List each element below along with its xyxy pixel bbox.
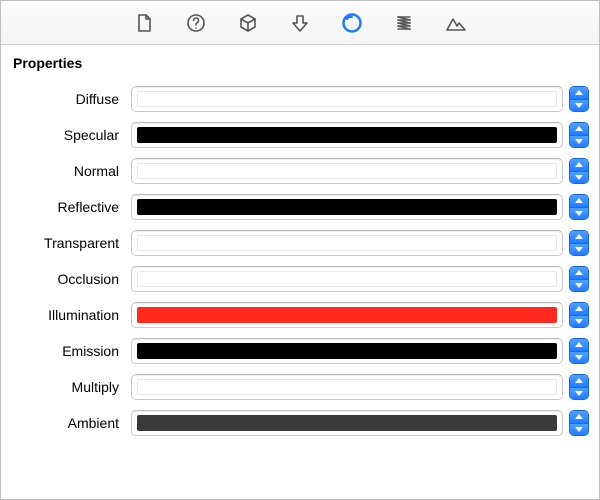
cube-icon[interactable] (237, 12, 259, 34)
stepper-down-icon[interactable] (570, 279, 588, 292)
value-stepper[interactable] (569, 230, 589, 256)
property-label: Multiply (11, 379, 131, 395)
inspector-panel: Properties Diffuse Specular Normal Reflecti… (0, 0, 600, 500)
property-label: Reflective (11, 199, 131, 215)
color-swatch (137, 235, 557, 251)
down-arrow-icon[interactable] (289, 12, 311, 34)
stepper-down-icon[interactable] (570, 387, 588, 400)
color-swatch (137, 91, 557, 107)
stepper-down-icon[interactable] (570, 243, 588, 256)
color-well[interactable] (131, 230, 563, 256)
stepper-down-icon[interactable] (570, 99, 588, 112)
stepper-up-icon[interactable] (570, 267, 588, 279)
mountains-icon[interactable] (445, 12, 467, 34)
color-well[interactable] (131, 302, 563, 328)
stepper-up-icon[interactable] (570, 303, 588, 315)
stepper-down-icon[interactable] (570, 207, 588, 220)
color-well[interactable] (131, 158, 563, 184)
color-well[interactable] (131, 266, 563, 292)
sphere-icon[interactable] (341, 12, 363, 34)
color-swatch (137, 379, 557, 395)
color-well[interactable] (131, 86, 563, 112)
property-label: Normal (11, 163, 131, 179)
stepper-up-icon[interactable] (570, 231, 588, 243)
property-row: Normal (11, 153, 589, 189)
stepper-up-icon[interactable] (570, 159, 588, 171)
value-stepper[interactable] (569, 374, 589, 400)
color-swatch (137, 199, 557, 215)
stepper-down-icon[interactable] (570, 135, 588, 148)
value-stepper[interactable] (569, 302, 589, 328)
property-row: Ambient (11, 405, 589, 441)
value-stepper[interactable] (569, 194, 589, 220)
color-well[interactable] (131, 338, 563, 364)
property-row: Diffuse (11, 81, 589, 117)
value-stepper[interactable] (569, 158, 589, 184)
color-swatch (137, 415, 557, 431)
property-row: Transparent (11, 225, 589, 261)
value-stepper[interactable] (569, 266, 589, 292)
property-row: Emission (11, 333, 589, 369)
document-icon[interactable] (133, 12, 155, 34)
stepper-down-icon[interactable] (570, 171, 588, 184)
stepper-up-icon[interactable] (570, 87, 588, 99)
color-well[interactable] (131, 194, 563, 220)
stepper-down-icon[interactable] (570, 423, 588, 436)
property-row: Illumination (11, 297, 589, 333)
property-row: Occlusion (11, 261, 589, 297)
property-label: Illumination (11, 307, 131, 323)
color-swatch (137, 127, 557, 143)
spring-icon[interactable] (393, 12, 415, 34)
property-row: Multiply (11, 369, 589, 405)
value-stepper[interactable] (569, 122, 589, 148)
property-label: Ambient (11, 415, 131, 431)
color-swatch (137, 343, 557, 359)
property-label: Specular (11, 127, 131, 143)
property-row: Specular (11, 117, 589, 153)
stepper-down-icon[interactable] (570, 315, 588, 328)
stepper-up-icon[interactable] (570, 339, 588, 351)
property-label: Occlusion (11, 271, 131, 287)
property-label: Transparent (11, 235, 131, 251)
color-well[interactable] (131, 122, 563, 148)
inspector-tab-bar (1, 1, 599, 45)
property-label: Emission (11, 343, 131, 359)
color-well[interactable] (131, 410, 563, 436)
color-swatch (137, 163, 557, 179)
color-swatch (137, 271, 557, 287)
value-stepper[interactable] (569, 338, 589, 364)
color-swatch (137, 307, 557, 323)
help-icon[interactable] (185, 12, 207, 34)
color-well[interactable] (131, 374, 563, 400)
stepper-down-icon[interactable] (570, 351, 588, 364)
stepper-up-icon[interactable] (570, 123, 588, 135)
properties-section: Properties Diffuse Specular Normal Reflecti… (1, 45, 599, 451)
stepper-up-icon[interactable] (570, 195, 588, 207)
property-label: Diffuse (11, 91, 131, 107)
value-stepper[interactable] (569, 86, 589, 112)
property-row: Reflective (11, 189, 589, 225)
stepper-up-icon[interactable] (570, 375, 588, 387)
section-title: Properties (13, 55, 589, 71)
stepper-up-icon[interactable] (570, 411, 588, 423)
value-stepper[interactable] (569, 410, 589, 436)
